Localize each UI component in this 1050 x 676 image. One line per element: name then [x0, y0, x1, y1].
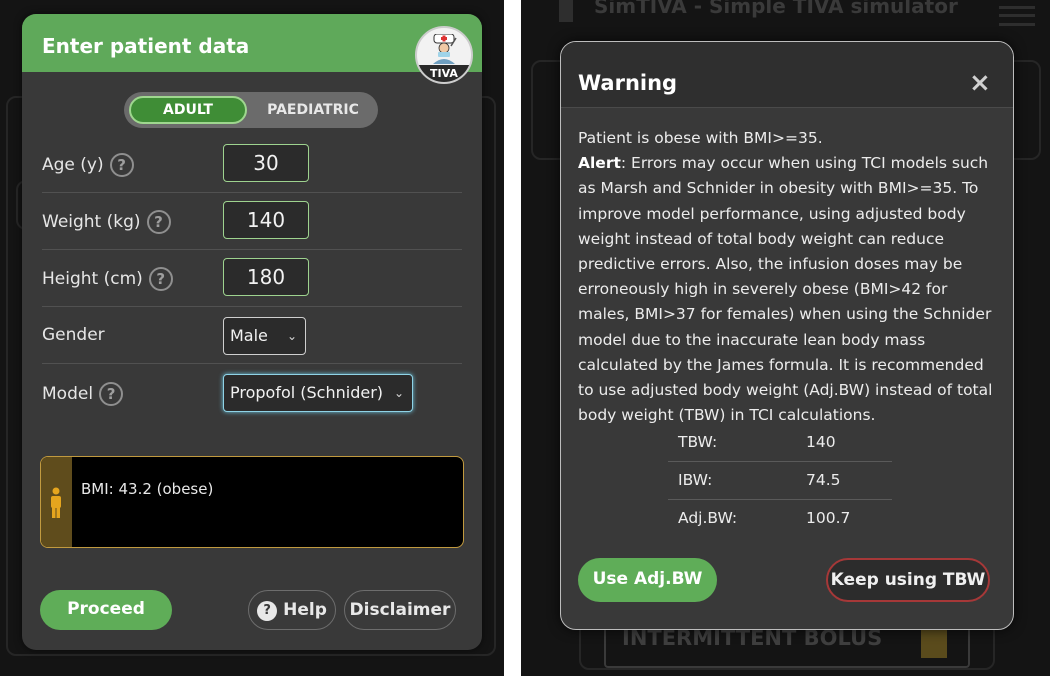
- model-label-text: Model: [42, 384, 94, 404]
- weight-table: TBW: 140 IBW: 74.5 Adj.BW: 100.7: [668, 424, 892, 538]
- model-row: Model? Propofol (Schnider) ⌄: [42, 364, 462, 421]
- hamburger-menu-icon: [999, 6, 1035, 26]
- dialog-title: Enter patient data: [42, 34, 250, 58]
- age-help-icon[interactable]: ?: [109, 153, 134, 177]
- table-row: Adj.BW: 100.7: [668, 500, 892, 538]
- height-row: Height (cm)? 180: [42, 250, 462, 307]
- close-icon[interactable]: ×: [969, 68, 991, 98]
- chevron-down-icon: ⌄: [286, 329, 297, 343]
- warning-alert-paragraph: Alert: Errors may occur when using TCI m…: [578, 151, 1002, 428]
- tiva-logo: TIVA: [415, 26, 473, 84]
- warning-message: Patient is obese with BMI>=35. Alert: Er…: [578, 126, 1002, 428]
- model-help-icon[interactable]: ?: [99, 382, 124, 406]
- height-label: Height (cm)?: [42, 267, 173, 291]
- weight-input[interactable]: 140: [223, 201, 309, 239]
- adjbw-value: 100.7: [806, 509, 851, 527]
- weight-help-icon[interactable]: ?: [146, 210, 171, 234]
- use-adj-bw-button[interactable]: Use Adj.BW: [578, 558, 717, 602]
- age-group-toggle: ADULT PAEDIATRIC: [124, 92, 378, 128]
- alert-text: : Errors may occur when using TCI models…: [578, 154, 993, 425]
- left-screen: Enter patient data ADULT PAEDIATRIC Age …: [0, 0, 504, 676]
- patient-data-dialog: Enter patient data ADULT PAEDIATRIC Age …: [22, 14, 482, 650]
- help-button-label: Help: [283, 600, 327, 620]
- model-label: Model?: [42, 382, 124, 406]
- height-help-icon[interactable]: ?: [148, 267, 173, 291]
- height-input[interactable]: 180: [223, 258, 309, 296]
- gender-label: Gender: [42, 325, 105, 345]
- dialog-header: Enter patient data: [22, 14, 482, 72]
- warning-line-obese: Patient is obese with BMI>=35.: [578, 129, 823, 147]
- bmi-alert-strip: [41, 457, 72, 547]
- weight-row: Weight (kg)? 140: [42, 193, 462, 250]
- model-select[interactable]: Propofol (Schnider) ⌄: [223, 374, 413, 412]
- background-app-title: SimTIVA - Simple TIVA simulator: [594, 0, 958, 18]
- keep-using-tbw-button[interactable]: Keep using TBW: [826, 558, 990, 602]
- tiva-logo-text: TIVA: [417, 65, 471, 82]
- age-input[interactable]: 30: [223, 144, 309, 182]
- background-app-bar: SimTIVA - Simple TIVA simulator: [521, 0, 1050, 26]
- adult-toggle-button[interactable]: ADULT: [129, 96, 247, 124]
- table-row: TBW: 140: [668, 424, 892, 462]
- anesthetist-icon: [433, 34, 457, 64]
- age-label-text: Age (y): [42, 155, 104, 175]
- height-label-text: Height (cm): [42, 269, 143, 289]
- gender-row: Gender Male ⌄: [42, 307, 462, 364]
- person-icon: [51, 487, 61, 518]
- chevron-down-icon: ⌄: [393, 386, 404, 400]
- adjbw-label: Adj.BW:: [678, 509, 738, 527]
- bmi-value-text: BMI: 43.2 (obese): [81, 480, 214, 498]
- warning-dialog: Warning × Patient is obese with BMI>=35.…: [560, 41, 1014, 630]
- bmi-alert: BMI: 43.2 (obese): [40, 456, 464, 548]
- weight-label-text: Weight (kg): [42, 212, 141, 232]
- gender-select-value: Male: [230, 326, 268, 345]
- gender-select[interactable]: Male ⌄: [223, 317, 306, 355]
- tbw-value: 140: [806, 433, 836, 451]
- tbw-label: TBW:: [678, 433, 718, 451]
- help-button[interactable]: ? Help: [248, 590, 336, 630]
- table-row: IBW: 74.5: [668, 462, 892, 500]
- ibw-label: IBW:: [678, 471, 713, 489]
- warning-title: Warning: [578, 71, 678, 95]
- background-app-icon: [559, 0, 573, 22]
- ibw-value: 74.5: [806, 471, 841, 489]
- weight-label: Weight (kg)?: [42, 210, 171, 234]
- paediatric-toggle-button[interactable]: PAEDIATRIC: [254, 96, 372, 124]
- proceed-button[interactable]: Proceed: [40, 590, 172, 630]
- disclaimer-button[interactable]: Disclaimer: [344, 590, 456, 630]
- hourglass-icon: [921, 628, 947, 658]
- question-circle-icon: ?: [257, 601, 278, 621]
- alert-label: Alert: [578, 154, 621, 173]
- age-row: Age (y)? 30: [42, 136, 462, 193]
- age-label: Age (y)?: [42, 153, 134, 177]
- model-select-value: Propofol (Schnider): [230, 383, 384, 402]
